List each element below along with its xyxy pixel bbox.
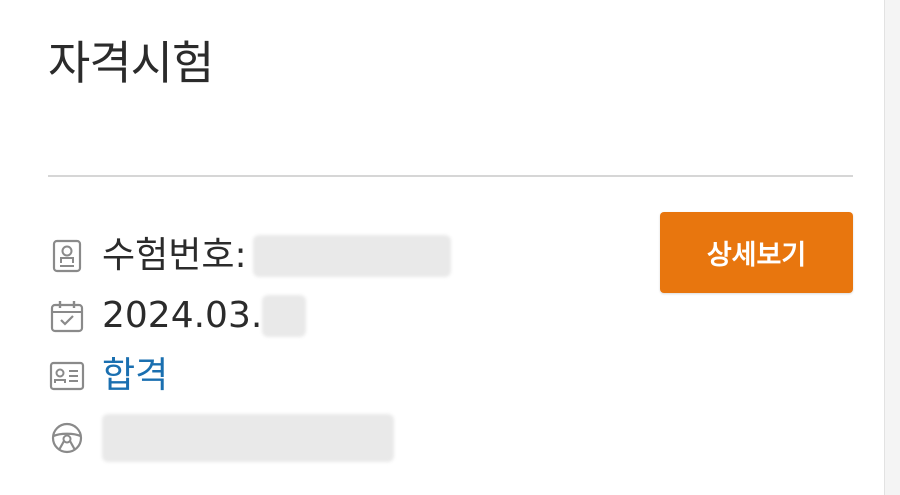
id-card-icon: [48, 357, 86, 395]
side-scroll-strip: [884, 0, 900, 495]
steering-wheel-icon: [48, 419, 86, 457]
exam-result-status: 합격: [102, 355, 169, 396]
exam-number-label: 수험번호:: [102, 235, 247, 276]
divider: [48, 175, 853, 177]
exam-location-row: [48, 414, 394, 462]
view-details-button[interactable]: 상세보기: [660, 212, 853, 293]
exam-date: 2024.03.: [102, 295, 263, 336]
exam-date-row: 2024.03.: [48, 292, 307, 340]
calendar-check-icon: [48, 297, 86, 335]
exam-date-redacted: [262, 295, 307, 337]
page-title: 자격시험: [48, 36, 214, 90]
exam-result-row: 합격: [48, 352, 168, 400]
exam-card-page: 자격시험 수험번호: 2024.03. 합격 상세보기: [0, 0, 900, 495]
exam-number-row: 수험번호:: [48, 232, 451, 280]
id-badge-icon: [48, 237, 86, 275]
exam-location-redacted: [102, 414, 394, 462]
exam-number-redacted: [252, 235, 451, 277]
